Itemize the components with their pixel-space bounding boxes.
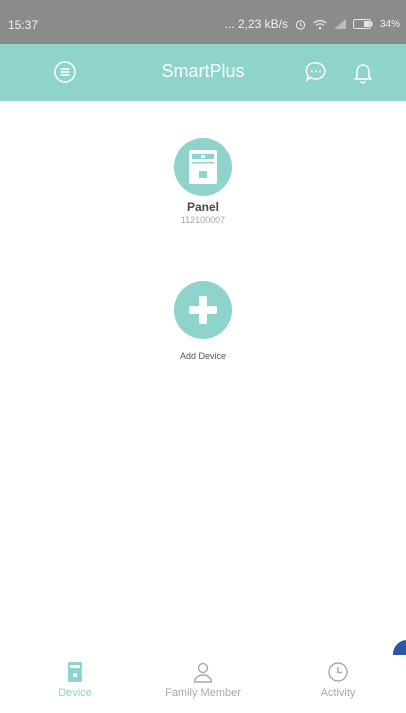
device-icon — [64, 661, 86, 683]
app-header: SmartPlus — [0, 44, 406, 101]
device-name: Panel — [186, 200, 219, 214]
person-icon — [192, 661, 214, 683]
nav-item-device[interactable]: Device — [20, 661, 130, 699]
nav-item-family-member[interactable]: Family Member — [148, 661, 258, 699]
status-bar: 15:37 ... 2,23 kB/s 34% — [0, 0, 406, 44]
device-id: 112100007 — [180, 215, 226, 225]
app-screen: 15:37 ... 2,23 kB/s 34% SmartPlus Panel … — [0, 0, 406, 713]
chat-bubble-icon[interactable] — [303, 59, 329, 85]
nav-label: Device — [58, 687, 92, 699]
battery-icon — [352, 19, 373, 29]
bell-icon[interactable] — [350, 59, 376, 85]
nav-item-activity[interactable]: Activity — [283, 661, 393, 699]
alarm-icon — [295, 19, 306, 30]
network-speed: ... 2,23 kB/s — [224, 17, 288, 31]
device-panel[interactable]: Panel 112100007 — [143, 138, 263, 225]
door-panel-icon[interactable] — [174, 138, 232, 196]
nav-label: Family Member — [165, 687, 241, 699]
battery-percent: 34% — [379, 18, 400, 30]
clock-icon — [327, 661, 349, 683]
wifi-icon — [313, 19, 327, 30]
add-device-button[interactable]: Add Device — [143, 281, 263, 361]
nav-label: Activity — [320, 687, 356, 699]
status-indicators: ... 2,23 kB/s 34% — [225, 17, 400, 31]
page-title: SmartPlus — [161, 61, 245, 81]
status-time: 15:37 — [8, 18, 39, 32]
signal-icon — [333, 19, 346, 29]
add-device-label: Add Device — [179, 351, 227, 361]
bottom-nav: Device Family Member Activity — [0, 655, 406, 713]
plus-icon[interactable] — [174, 281, 232, 339]
